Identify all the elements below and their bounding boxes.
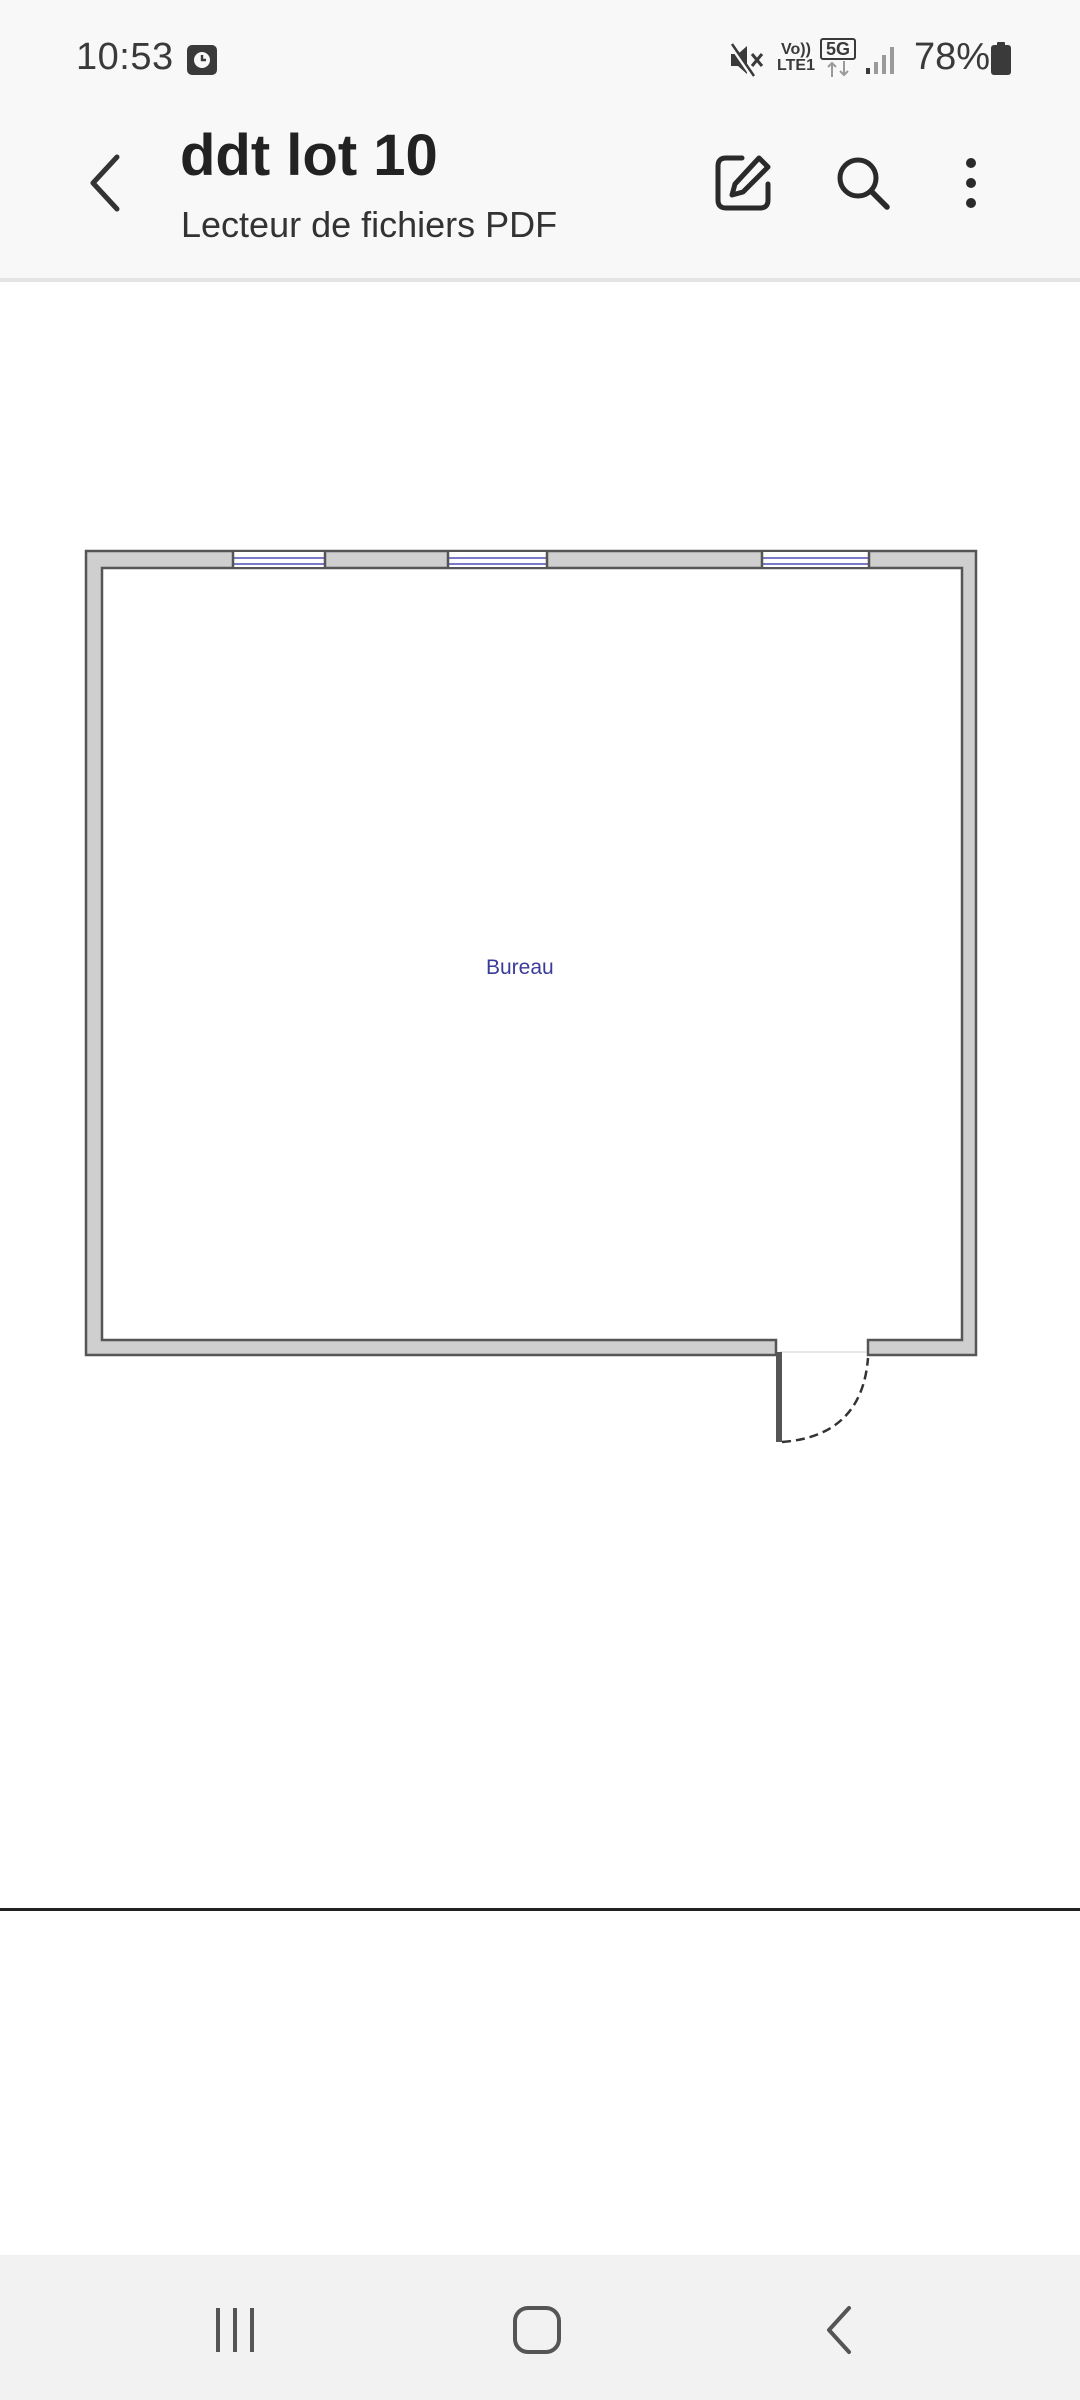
search-icon — [837, 157, 890, 210]
search-button[interactable] — [820, 140, 906, 226]
home-button[interactable] — [482, 2285, 592, 2375]
floor-plan-drawing — [84, 549, 978, 1444]
nav-back-button[interactable] — [784, 2285, 894, 2375]
pdf-reader-screen: 10:53 Vo)) LTE1 5G 78% ddt lot 10 Lecteu… — [0, 0, 1080, 2400]
home-icon — [513, 2306, 561, 2354]
edit-button[interactable] — [700, 140, 786, 226]
document-title: ddt lot 10 — [180, 123, 438, 188]
volte-indicator: Vo)) LTE1 — [777, 41, 815, 74]
more-options-icon — [966, 158, 976, 208]
network-5g-indicator: 5G — [820, 38, 856, 83]
battery-icon — [990, 42, 1012, 81]
edit-icon — [715, 155, 771, 211]
page-separator — [0, 1908, 1080, 1911]
app-subtitle: Lecteur de fichiers PDF — [181, 204, 558, 245]
battery-percent: 78% — [913, 36, 990, 78]
app-bar — [0, 120, 1080, 278]
data-arrows-icon — [827, 61, 849, 77]
room-label: Bureau — [486, 956, 554, 979]
recent-apps-button[interactable] — [180, 2285, 290, 2375]
back-button[interactable] — [70, 138, 140, 228]
mute-icon — [728, 42, 766, 83]
door-leaf — [776, 1352, 782, 1442]
wall — [84, 549, 978, 1357]
recent-apps-icon — [216, 2308, 254, 2352]
status-bar: 10:53 Vo)) LTE1 5G 78% — [0, 0, 1080, 120]
back-arrow-icon — [90, 154, 120, 212]
pdf-page[interactable] — [0, 282, 1080, 1912]
more-options-button[interactable] — [928, 140, 1014, 226]
signal-icon — [864, 44, 896, 81]
alarm-icon — [186, 44, 218, 81]
status-time: 10:53 — [76, 36, 174, 78]
door-swing — [781, 1357, 870, 1444]
back-icon — [827, 2306, 851, 2354]
